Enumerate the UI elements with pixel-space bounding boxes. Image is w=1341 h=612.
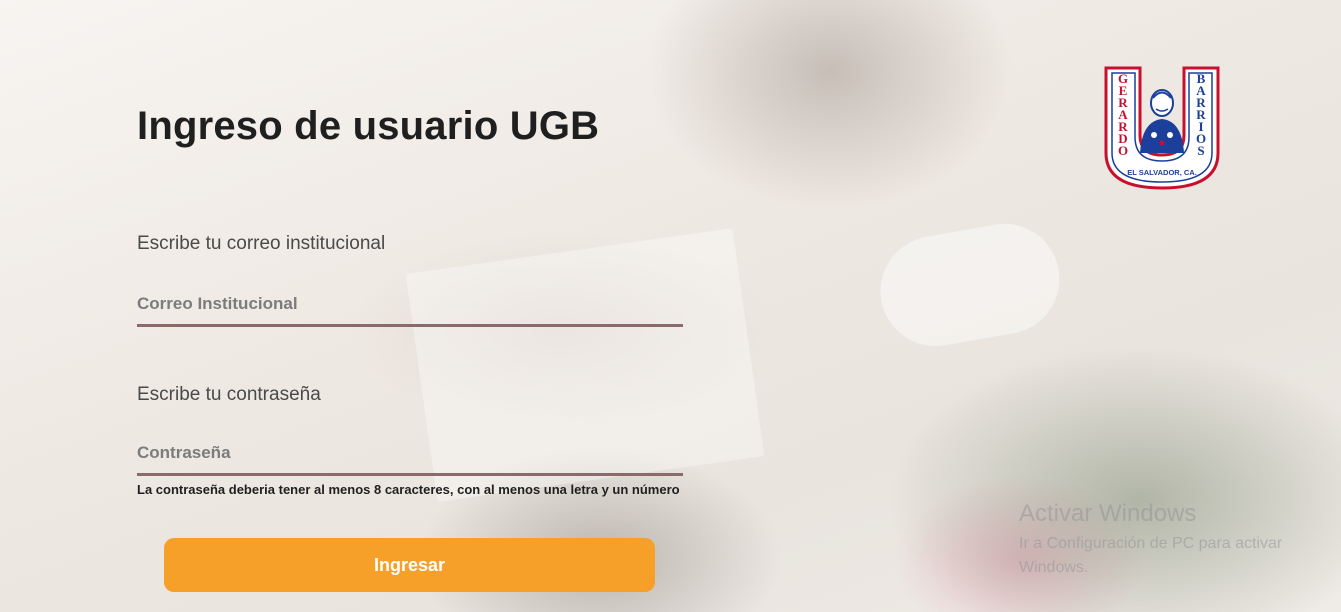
- windows-activation-watermark: Activar Windows Ir a Configuración de PC…: [1019, 500, 1319, 580]
- email-input[interactable]: [137, 284, 683, 327]
- page-title: Ingreso de usuario UGB: [137, 104, 600, 148]
- watermark-title: Activar Windows: [1019, 500, 1197, 527]
- password-label: Escribe tu contraseña: [137, 384, 321, 405]
- password-input[interactable]: [137, 433, 683, 476]
- watermark-subtitle: Ir a Configuración de PC para activar Wi…: [1019, 535, 1283, 576]
- logo-letter-left: O: [1118, 143, 1128, 158]
- logo-bottom-text: EL SALVADOR, CA.: [1127, 168, 1197, 177]
- logo-letter-right: S: [1197, 143, 1204, 158]
- university-shield-logo: G E R A R D O B A R R I O S EL SALVADOR,…: [1102, 65, 1222, 191]
- portrait-icon: [1140, 89, 1184, 153]
- password-hint: La contraseña deberia tener al menos 8 c…: [137, 482, 680, 497]
- email-label: Escribe tu correo institucional: [137, 233, 386, 254]
- login-button[interactable]: Ingresar: [164, 538, 655, 592]
